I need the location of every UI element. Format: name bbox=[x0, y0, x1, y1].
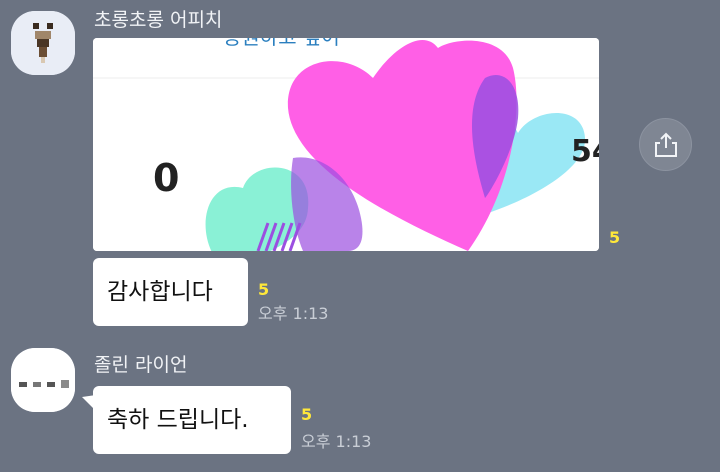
message-unread-count: 5 bbox=[258, 280, 270, 299]
message-bubble[interactable]: 감사합니다 bbox=[93, 258, 248, 326]
pixelated-avatar-image bbox=[11, 11, 75, 75]
avatar-ryan[interactable] bbox=[11, 348, 75, 412]
photo-right-number: 54 bbox=[571, 134, 599, 169]
message-timestamp: 오후 1:13 bbox=[301, 432, 372, 451]
photo-left-number: 0 bbox=[153, 156, 179, 200]
shared-photo[interactable]: 응원하고 싶어 0 54 bbox=[93, 38, 599, 251]
pixelated-avatar-image bbox=[11, 348, 75, 412]
avatar-apeach[interactable] bbox=[11, 11, 75, 75]
sender-name: 졸린 라이언 bbox=[94, 354, 188, 376]
message-unread-count: 5 bbox=[301, 405, 313, 424]
message-timestamp: 오후 1:13 bbox=[258, 304, 329, 323]
sender-name: 초롱초롱 어피치 bbox=[94, 9, 223, 31]
share-button[interactable] bbox=[639, 118, 692, 171]
message-bubble[interactable]: 축하 드립니다. bbox=[93, 386, 291, 454]
hearts-photo-image: 응원하고 싶어 0 54 bbox=[93, 38, 599, 251]
photo-unread-count: 5 bbox=[609, 228, 621, 247]
share-icon bbox=[654, 132, 677, 157]
photo-header-text: 응원하고 싶어 bbox=[223, 38, 340, 49]
